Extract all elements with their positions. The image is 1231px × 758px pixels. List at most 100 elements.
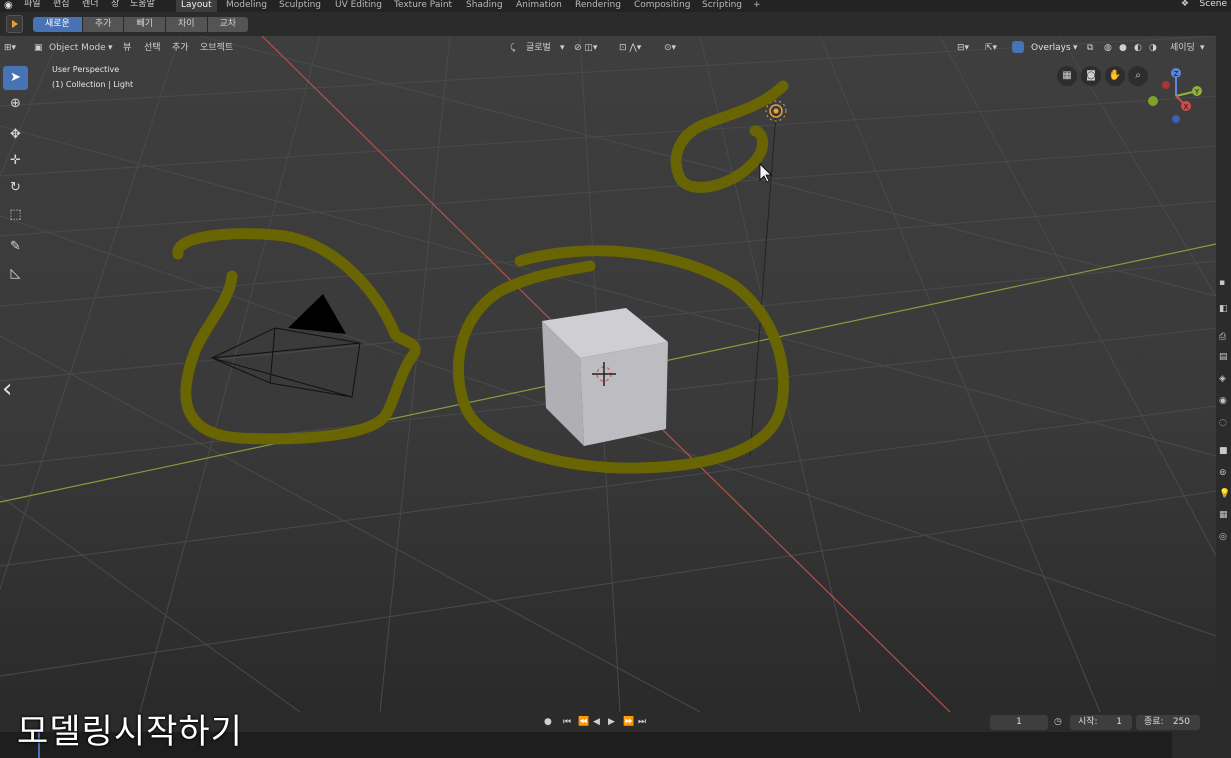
camera-object[interactable] (210, 327, 361, 398)
overlays-icon[interactable] (1012, 41, 1024, 56)
active-collection-label: (1) Collection | Light (52, 80, 134, 89)
menu-view[interactable]: 뷰 (123, 41, 131, 56)
tab-compositing[interactable]: Compositing (629, 0, 695, 12)
scene-icon[interactable]: ❖ (1181, 0, 1189, 9)
solid-shading-icon[interactable]: ● (1119, 41, 1127, 56)
tab-animation[interactable]: Animation (511, 0, 567, 12)
menu-edit[interactable]: 편집 (53, 0, 70, 10)
active-tool-icon[interactable] (6, 15, 23, 33)
tab-rendering[interactable]: Rendering (570, 0, 626, 12)
menu-add[interactable]: 추가 (172, 41, 189, 56)
gizmo-neg-z-icon[interactable] (1172, 115, 1180, 123)
blender-logo-icon[interactable]: ◉ (4, 0, 13, 11)
wireframe-shading-icon[interactable]: ◍ (1104, 41, 1112, 56)
annotate-tool-icon[interactable]: ✎ (3, 235, 28, 259)
view-layer-icon[interactable]: ▤ (1219, 352, 1228, 362)
mode-extend-button[interactable]: 추가 (82, 17, 125, 32)
next-keyframe-icon[interactable]: ⏩ (623, 716, 634, 728)
play-icon[interactable]: ▶ (608, 716, 615, 728)
tool-properties-icon[interactable]: ▪ (1219, 278, 1225, 288)
top-menu-bar: ◉ 파일 편집 렌더 창 도움말 Layout Modeling Sculpti… (0, 0, 1231, 12)
shading-dropdown[interactable]: 셰이딩 (1170, 41, 1195, 56)
tab-modeling[interactable]: Modeling (221, 0, 272, 12)
start-frame-field[interactable]: 시작: 1 (1070, 715, 1132, 730)
end-frame-field[interactable]: 종료: 250 (1136, 715, 1200, 730)
toggle-camera-grid-icon[interactable]: ▦ (1057, 66, 1077, 86)
menu-select[interactable]: 선택 (144, 41, 161, 56)
video-caption: 모델링시작하기 (17, 712, 243, 752)
tab-scripting[interactable]: Scripting (697, 0, 747, 12)
gizmo-neg-y-icon[interactable] (1148, 96, 1158, 106)
light-data-icon[interactable]: 💡 (1219, 489, 1230, 499)
gizmo-x-label: X (1184, 103, 1189, 111)
start-frame-label: 시작: (1078, 717, 1098, 727)
transform-tool-icon[interactable]: ✛ (3, 149, 28, 173)
jump-start-icon[interactable]: ⏮ (563, 716, 571, 728)
timeline-end-region (1172, 732, 1231, 758)
orientation-icon: ⤹ (510, 43, 516, 53)
end-frame-value: 250 (1172, 717, 1190, 727)
gizmo-toggle-icon[interactable]: ⇱▾ (985, 41, 997, 56)
tab-layout[interactable]: Layout (176, 0, 217, 12)
cube-object[interactable] (542, 308, 668, 446)
world-properties-icon[interactable]: ◉ (1219, 396, 1227, 406)
tab-texture-paint[interactable]: Texture Paint (389, 0, 457, 12)
render-properties-icon[interactable]: ◧ (1219, 304, 1228, 314)
physics-icon[interactable]: ⊚ (1219, 468, 1227, 478)
orientation-dropdown[interactable]: 글로벌 (526, 41, 551, 56)
constraints-icon[interactable]: ◎ (1219, 532, 1227, 542)
visibility-icon[interactable]: ⊟▾ (957, 41, 969, 56)
mode-intersect-button[interactable]: 교차 (207, 17, 249, 32)
viewport-header: ⊞▾ ▣ Object Mode ▾ 뷰 선택 추가 오브젝트 ⤹ 글로벌 ▾ … (0, 38, 1231, 58)
collection-icon[interactable]: ◌ (1219, 418, 1227, 428)
clock-icon[interactable]: ◷ (1054, 716, 1062, 728)
scale-tool-icon[interactable]: ⬚ (3, 203, 28, 227)
gizmo-neg-x-icon[interactable] (1162, 81, 1170, 89)
menu-object[interactable]: 오브젝트 (200, 41, 233, 56)
proportional-edit-icon[interactable]: ⊙▾ (664, 41, 676, 56)
tab-shading[interactable]: Shading (461, 0, 508, 12)
rendered-shading-icon[interactable]: ◑ (1149, 41, 1157, 56)
measure-tool-icon[interactable]: ◺ (3, 262, 28, 286)
chevron-left-icon[interactable]: ‹ (2, 374, 12, 404)
navigation-gizmo[interactable]: Z Y X (1140, 64, 1210, 128)
camera-up-triangle (288, 294, 346, 334)
output-properties-icon[interactable]: ⎙ (1219, 332, 1226, 342)
object-properties-icon[interactable]: ■ (1219, 446, 1228, 456)
material-shading-icon[interactable]: ◐ (1134, 41, 1142, 56)
mode-dropdown[interactable]: Object Mode (49, 41, 106, 56)
xray-icon[interactable]: ⧉ (1087, 41, 1093, 56)
play-reverse-icon[interactable]: ◀ (593, 716, 600, 728)
overlays-button[interactable]: Overlays (1031, 41, 1071, 56)
pan-hand-icon[interactable]: ✋ (1105, 66, 1125, 86)
texture-icon[interactable]: ▦ (1219, 510, 1228, 520)
camera-view-icon[interactable]: ◙ (1081, 66, 1101, 86)
menu-help[interactable]: 도움말 (130, 0, 155, 10)
mode-subtract-button[interactable]: 빼기 (124, 17, 166, 32)
pivot-point-icon[interactable]: ⊘ ◫▾ (574, 41, 597, 56)
scene-name[interactable]: Scene (1200, 0, 1227, 10)
start-frame-value: 1 (1116, 717, 1122, 727)
move-tool-icon[interactable]: ✥ (3, 123, 28, 147)
tab-uv-editing[interactable]: UV Editing (330, 0, 387, 12)
annotation-strokes (172, 80, 790, 474)
add-workspace-button[interactable]: + (748, 0, 766, 12)
current-frame-field[interactable]: 1 (990, 715, 1048, 730)
tab-sculpting[interactable]: Sculpting (274, 0, 326, 12)
editor-type-icon[interactable]: ⊞▾ (4, 41, 16, 56)
mode-new-button[interactable]: 새로운 (33, 17, 83, 32)
mode-difference-button[interactable]: 차이 (165, 17, 208, 32)
properties-tab-strip: ▪ ◧ ⎙ ▤ ◈ ◉ ◌ ■ ⊚ 💡 ▦ ◎ (1216, 36, 1231, 712)
menu-window[interactable]: 창 (111, 0, 119, 10)
jump-end-icon[interactable]: ⏭ (638, 716, 646, 728)
menu-file[interactable]: 파일 (24, 0, 41, 10)
prev-keyframe-icon[interactable]: ⏪ (578, 716, 589, 728)
3d-viewport[interactable]: User Perspective (1) Collection | Light … (0, 36, 1216, 712)
rotate-tool-icon[interactable]: ↻ (3, 176, 28, 200)
scene-properties-icon[interactable]: ◈ (1219, 374, 1226, 384)
select-box-tool-icon[interactable]: ➤ (3, 66, 28, 90)
snap-icon[interactable]: ⊡ ⋀▾ (619, 41, 641, 56)
record-icon[interactable]: ● (544, 716, 552, 728)
cursor-tool-icon[interactable]: ⊕ (3, 92, 28, 116)
menu-render[interactable]: 렌더 (82, 0, 99, 10)
